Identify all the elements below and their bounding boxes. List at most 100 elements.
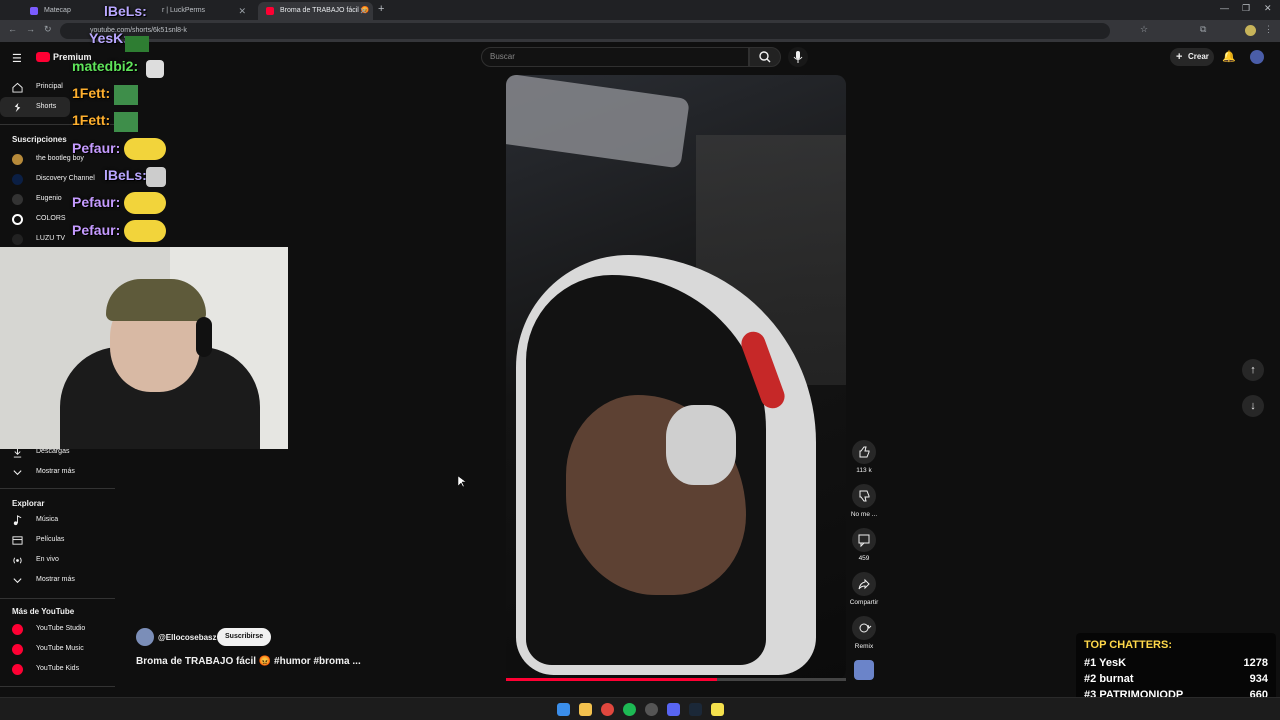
chatter-rank: #2 <box>1084 673 1097 685</box>
maximize-icon[interactable]: ❐ <box>1242 3 1250 14</box>
chat-username: lBeLs: <box>104 3 147 19</box>
sidebar-item-label: Principal <box>36 83 63 90</box>
video-progress-fill <box>506 678 717 681</box>
chat-message: Pefaur: <box>72 192 166 214</box>
search-button[interactable] <box>749 47 781 67</box>
menu-icon[interactable]: ⋮ <box>1264 24 1273 35</box>
top-chatter-row: #2 burnat 934 <box>1084 673 1268 685</box>
search-icon <box>759 51 771 63</box>
chat-emote <box>125 36 149 52</box>
comment-icon <box>858 534 870 548</box>
sound-thumbnail[interactable] <box>854 660 874 680</box>
short-title[interactable]: Broma de TRABAJO fácil 😡 #humor #broma .… <box>136 656 361 667</box>
obs-icon[interactable] <box>645 703 658 716</box>
subscriptions-heading[interactable]: Suscripciones <box>12 135 67 144</box>
remix-icon <box>859 623 872 633</box>
sidebar-item-music-app[interactable]: YouTube Music <box>0 639 115 659</box>
sidebar-item-label: YouTube Kids <box>36 665 80 672</box>
minimize-icon[interactable]: — <box>1220 3 1229 13</box>
file-explorer-icon[interactable] <box>579 703 592 716</box>
video-progress-bar[interactable] <box>506 678 846 681</box>
chat-message: matedbi2: <box>72 58 164 78</box>
youtube-kids-icon <box>12 664 23 675</box>
browser-tab[interactable]: r | LuckPerms <box>140 2 255 20</box>
reload-icon[interactable]: ↻ <box>44 24 52 35</box>
remix-label: Remix <box>854 643 874 650</box>
chatter-score: 1278 <box>1243 657 1268 669</box>
chat-message: YesK: <box>89 30 149 52</box>
chrome-icon[interactable] <box>601 703 614 716</box>
channel-avatar <box>12 194 23 205</box>
create-label: Crear <box>1188 52 1209 61</box>
arrow-up-icon: ↑ <box>1250 364 1256 376</box>
sidebar-item-shorts[interactable]: Shorts <box>0 97 70 117</box>
chat-username: 1Fett: <box>72 112 111 128</box>
browser-tabbar: Matecap ✕ r | LuckPerms Broma de TRABAJO… <box>0 0 1280 20</box>
chat-message: 1Fett: <box>72 112 138 132</box>
channel-avatar[interactable] <box>136 628 154 646</box>
sidebar-item-label: Shorts <box>36 103 57 110</box>
share-label: Compartir <box>849 599 879 606</box>
window-close-icon[interactable]: ✕ <box>1264 3 1272 14</box>
sidebar-divider <box>0 488 115 489</box>
top-chatters-title: TOP CHATTERS: <box>1084 639 1173 651</box>
voice-search-button[interactable] <box>788 47 808 67</box>
sidebar-item-kids[interactable]: YouTube Kids <box>0 659 115 679</box>
spotify-icon[interactable] <box>623 703 636 716</box>
sidebar-item-live[interactable]: En vivo <box>0 550 115 570</box>
chat-username: Pefaur: <box>72 140 121 156</box>
comments-button[interactable] <box>852 528 876 552</box>
chat-username: 1Fett: <box>72 85 111 101</box>
new-tab-icon[interactable]: + <box>378 3 384 15</box>
sidebar-item-label: Discovery Channel <box>36 175 95 182</box>
channel-avatar <box>12 154 23 165</box>
sidebar-divider <box>0 686 115 687</box>
chat-message: Pefaur: <box>72 220 166 242</box>
live-icon <box>13 557 22 564</box>
chat-username: YesK: <box>89 30 128 46</box>
youtube-logo[interactable] <box>36 52 50 62</box>
share-button[interactable] <box>852 572 876 596</box>
address-bar[interactable]: youtube.com/shorts/6k51snl8-k <box>60 23 1110 39</box>
hamburger-icon[interactable]: ☰ <box>12 52 22 65</box>
back-icon[interactable]: ← <box>8 24 17 34</box>
sidebar-divider <box>0 598 115 599</box>
like-button[interactable] <box>852 440 876 464</box>
forward-icon[interactable]: → <box>26 24 35 34</box>
start-icon[interactable] <box>557 703 570 716</box>
arrow-down-icon: ↓ <box>1250 400 1256 412</box>
notifications-icon[interactable]: 🔔 <box>1222 50 1236 63</box>
channel-name[interactable]: @Ellocosebasz <box>158 633 217 642</box>
sidebar-item-music[interactable]: Música <box>0 510 115 530</box>
sidebar-show-more[interactable]: Mostrar más <box>0 462 115 482</box>
sidebar-item-studio[interactable]: YouTube Studio <box>0 619 115 639</box>
dislike-button[interactable] <box>852 484 876 508</box>
sidebar-item-movies[interactable]: Películas <box>0 530 115 550</box>
search-input[interactable]: Buscar <box>481 47 749 67</box>
subscribe-button[interactable]: Suscribirse <box>217 628 272 646</box>
chatter-rank: #1 <box>1084 657 1097 669</box>
previous-short-button[interactable]: ↑ <box>1242 359 1264 381</box>
sidebar-item-label: Mostrar más <box>36 468 75 475</box>
chat-username: Pefaur: <box>72 194 121 210</box>
steam-icon[interactable] <box>689 703 702 716</box>
sidebar-item-label: Películas <box>36 536 65 543</box>
create-button[interactable]: + Crear <box>1170 48 1214 66</box>
chat-emote <box>124 192 166 214</box>
sidebar-show-more[interactable]: Mostrar más <box>0 570 115 590</box>
profile-avatar[interactable] <box>1245 25 1256 36</box>
short-video-player[interactable] <box>506 75 846 680</box>
thumbs-down-icon <box>859 490 870 502</box>
discord-icon[interactable] <box>667 703 680 716</box>
account-avatar[interactable] <box>1250 50 1264 64</box>
extensions-icon[interactable]: ⧉ <box>1200 24 1206 35</box>
more-from-youtube-heading: Más de YouTube <box>12 607 75 616</box>
remix-button[interactable] <box>852 616 876 640</box>
sidebar-sub[interactable]: Discovery Channel <box>0 169 115 189</box>
app-icon[interactable] <box>711 703 724 716</box>
star-icon[interactable]: ☆ <box>1140 24 1148 35</box>
close-icon[interactable]: ✕ <box>359 2 367 20</box>
chat-message: 1Fett: <box>72 85 138 105</box>
browser-tab-active[interactable]: Broma de TRABAJO fácil 😡 ✕ <box>258 2 373 20</box>
next-short-button[interactable]: ↓ <box>1242 395 1264 417</box>
